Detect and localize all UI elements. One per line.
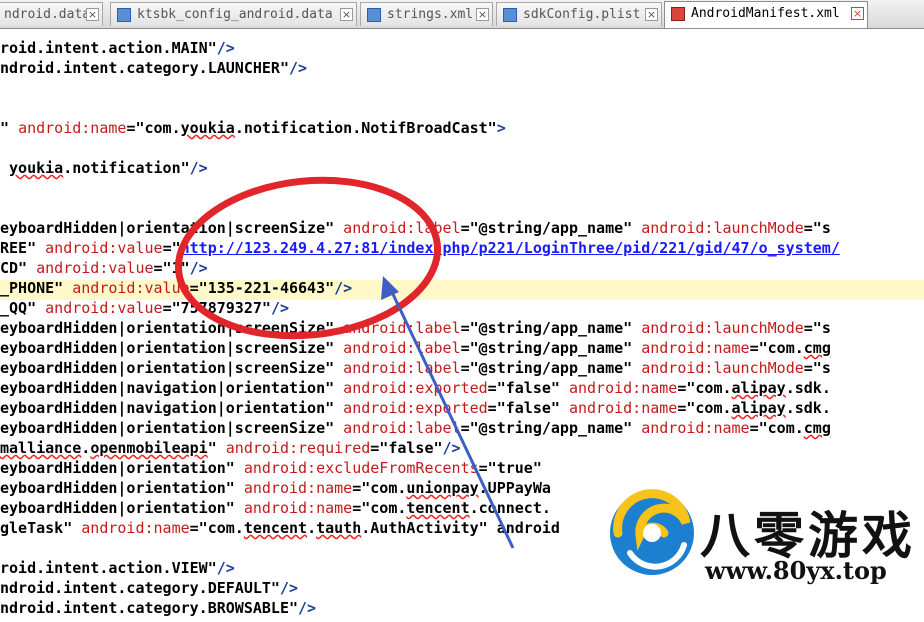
swirl-logo-icon	[610, 489, 694, 575]
blue-arrow-head	[381, 276, 399, 300]
logo-url-text: www.80yx.top	[705, 556, 887, 585]
blue-arrow-annotation	[389, 289, 515, 549]
